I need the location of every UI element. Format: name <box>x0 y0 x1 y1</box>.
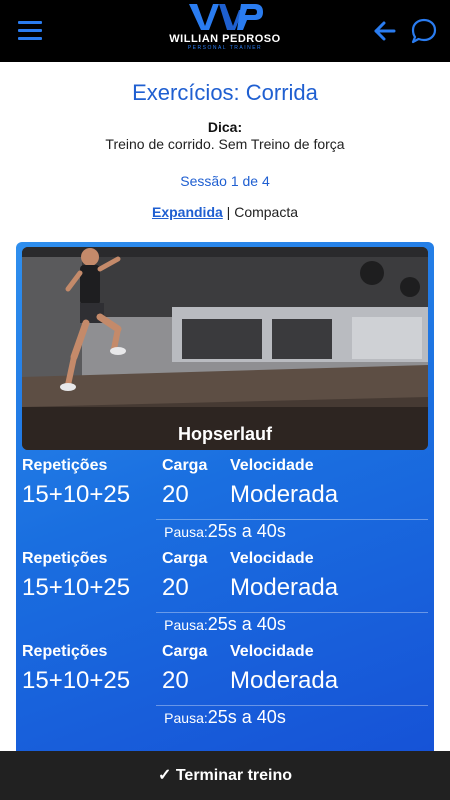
tip-label: Dica: <box>207 119 243 135</box>
back-arrow-icon[interactable] <box>372 18 398 44</box>
menu-icon[interactable] <box>18 21 42 41</box>
reps-label: Repetições <box>22 643 108 660</box>
view-compact-link[interactable]: Compacta <box>234 204 298 220</box>
speed-value: Moderada <box>230 481 339 508</box>
session-counter: Sessão 1 de 4 <box>180 173 270 189</box>
brand-logo: WILLIAN PEDROSO PERSONAL TRAINER <box>165 2 285 60</box>
tip-text: Treino de corrido. Sem Treino de força <box>105 136 345 152</box>
pause-label: Pausa: <box>164 617 208 633</box>
reps-label: Repetições <box>22 457 108 474</box>
set-row: Repetições 15+10+25 Carga 20 Velocidade … <box>22 550 428 640</box>
logo-subtitle: PERSONAL TRAINER <box>187 45 263 51</box>
load-value: 20 <box>162 667 189 694</box>
chat-icon[interactable] <box>410 17 438 45</box>
speed-label: Velocidade <box>230 457 314 474</box>
exercise-name: Hopserlauf <box>177 424 273 444</box>
pause-info: Pausa:25s a 40s <box>22 521 428 542</box>
view-expanded-link[interactable]: Expandida <box>152 204 223 220</box>
reps-value: 15+10+25 <box>22 481 131 508</box>
page-title: Exercícios: Corrida <box>132 80 318 105</box>
speed-label: Velocidade <box>230 643 314 660</box>
pause-value: 25s a 40s <box>207 614 286 634</box>
speed-value: Moderada <box>230 574 339 601</box>
logo-name: WILLIAN PEDROSO <box>169 33 281 45</box>
load-value: 20 <box>162 574 189 601</box>
pause-divider <box>156 612 428 613</box>
exercise-video[interactable]: Hopserlauf <box>22 247 428 450</box>
load-label: Carga <box>162 643 208 660</box>
reps-value: 15+10+25 <box>22 574 131 601</box>
set-row: Repetições 15+10+25 Carga 20 Velocidade … <box>22 457 428 547</box>
load-label: Carga <box>162 550 208 567</box>
speed-value: Moderada <box>230 667 339 694</box>
pause-divider <box>156 705 428 706</box>
exercise-card: Hopserlauf Repetições 15+10+25 Carga 20 … <box>16 242 434 772</box>
set-row: Repetições 15+10+25 Carga 20 Velocidade … <box>22 643 428 733</box>
app-header: WILLIAN PEDROSO PERSONAL TRAINER <box>0 0 450 62</box>
load-value: 20 <box>162 481 189 508</box>
view-toggle: Expandida | Compacta <box>0 204 450 220</box>
pause-info: Pausa:25s a 40s <box>22 707 428 728</box>
reps-value: 15+10+25 <box>22 667 131 694</box>
pause-info: Pausa:25s a 40s <box>22 614 428 635</box>
pause-value: 25s a 40s <box>207 521 286 541</box>
pause-divider <box>156 519 428 520</box>
pause-label: Pausa: <box>164 710 208 726</box>
load-label: Carga <box>162 457 208 474</box>
reps-label: Repetições <box>22 550 108 567</box>
view-separator: | <box>222 204 235 220</box>
finish-workout-button[interactable]: ✓ Terminar treino <box>0 751 450 800</box>
pause-label: Pausa: <box>164 524 208 540</box>
pause-value: 25s a 40s <box>207 707 286 727</box>
speed-label: Velocidade <box>230 550 314 567</box>
